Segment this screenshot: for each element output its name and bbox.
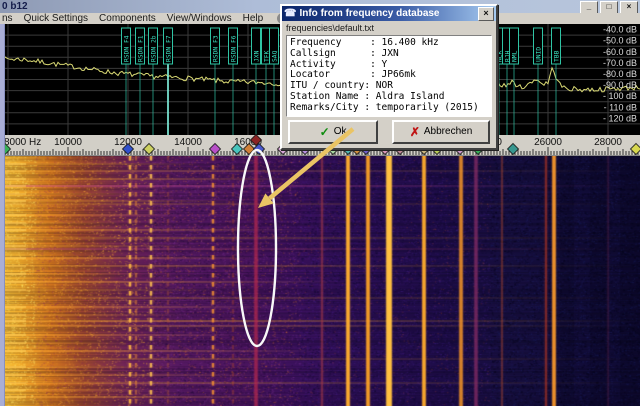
station-label-rsdn-2b: RSDN 2b: [149, 28, 158, 64]
svg-text:TBB: TBB: [554, 50, 561, 62]
db-field-line: Callsign : JXN: [290, 49, 488, 60]
station-label-nml: NML: [510, 28, 519, 64]
station-info-panel: Frequency : 16.400 kHzCallsign : JXNActi…: [286, 35, 492, 117]
dialog-buttons: ✓ Ok ✗ Abbrechen: [288, 120, 490, 144]
station-label-rsdn-f1: RSDN F1: [136, 28, 145, 64]
station-label-jxn: JXN: [252, 28, 261, 64]
svg-text:8000 Hz: 8000 Hz: [4, 137, 41, 148]
dialog-title-bar[interactable]: ☎ Info from frequency database ×: [282, 6, 496, 21]
menu-item-ns[interactable]: ns: [2, 13, 13, 24]
spectrum-lab-app: { "window": { "title": "0 b12", "buttons…: [0, 0, 640, 406]
svg-text:RSDN F3: RSDN F3: [213, 35, 220, 62]
ok-button[interactable]: ✓ Ok: [288, 120, 378, 144]
cancel-button-label: Abbrechen: [424, 126, 472, 137]
station-label-rsdn-f6: RSDN F6: [229, 28, 238, 64]
frequency-info-dialog: ☎ Info from frequency database × frequen…: [280, 4, 498, 150]
station-label-rsdn-f3: RSDN F3: [211, 28, 220, 64]
phone-icon: ☎: [284, 6, 296, 21]
station-label-rsdn-f4: RSDN F4: [122, 28, 131, 64]
svg-text:NML: NML: [512, 50, 519, 62]
svg-text:10000: 10000: [54, 137, 82, 148]
svg-text:RSDN F7: RSDN F7: [166, 35, 173, 62]
station-label-saq: SAQ: [270, 28, 279, 64]
station-label-tbb: TBB: [552, 28, 561, 64]
menu-item-view-windows[interactable]: View/Windows: [167, 13, 232, 24]
menu-item-quick-settings[interactable]: Quick Settings: [24, 13, 88, 24]
svg-text:14000: 14000: [174, 137, 202, 148]
ok-button-label: Ok: [334, 126, 347, 137]
database-file-label: frequencies\default.txt: [282, 21, 496, 34]
station-label-unid: UNID: [534, 28, 543, 64]
dialog-title: Info from frequency database: [299, 6, 478, 21]
main-window-title: 0 b12: [2, 0, 28, 13]
waterfall-display[interactable]: [0, 156, 640, 406]
svg-text:RSDN F1: RSDN F1: [138, 35, 145, 62]
db-field-line: Remarks/City : temporarily (2015): [290, 103, 488, 114]
svg-text:SAQ: SAQ: [272, 50, 279, 62]
svg-text:JXN: JXN: [254, 50, 261, 62]
svg-text:RSDN F6: RSDN F6: [231, 35, 238, 62]
cancel-x-icon: ✗: [410, 125, 420, 139]
menu-item-components[interactable]: Components: [99, 13, 156, 24]
check-icon: ✓: [320, 125, 330, 139]
left-window-border: [0, 24, 5, 406]
svg-text:RSDN 2b: RSDN 2b: [151, 35, 158, 62]
station-label-rsdn-f7: RSDN F7: [164, 28, 173, 64]
svg-text:UNID: UNID: [536, 47, 543, 62]
dialog-close-icon[interactable]: ×: [478, 7, 494, 21]
svg-text:RSDN F4: RSDN F4: [124, 35, 131, 62]
svg-text:26000: 26000: [534, 137, 562, 148]
cancel-button[interactable]: ✗ Abbrechen: [392, 120, 490, 144]
menu-item-help[interactable]: Help: [243, 13, 264, 24]
svg-text:28000: 28000: [594, 137, 622, 148]
